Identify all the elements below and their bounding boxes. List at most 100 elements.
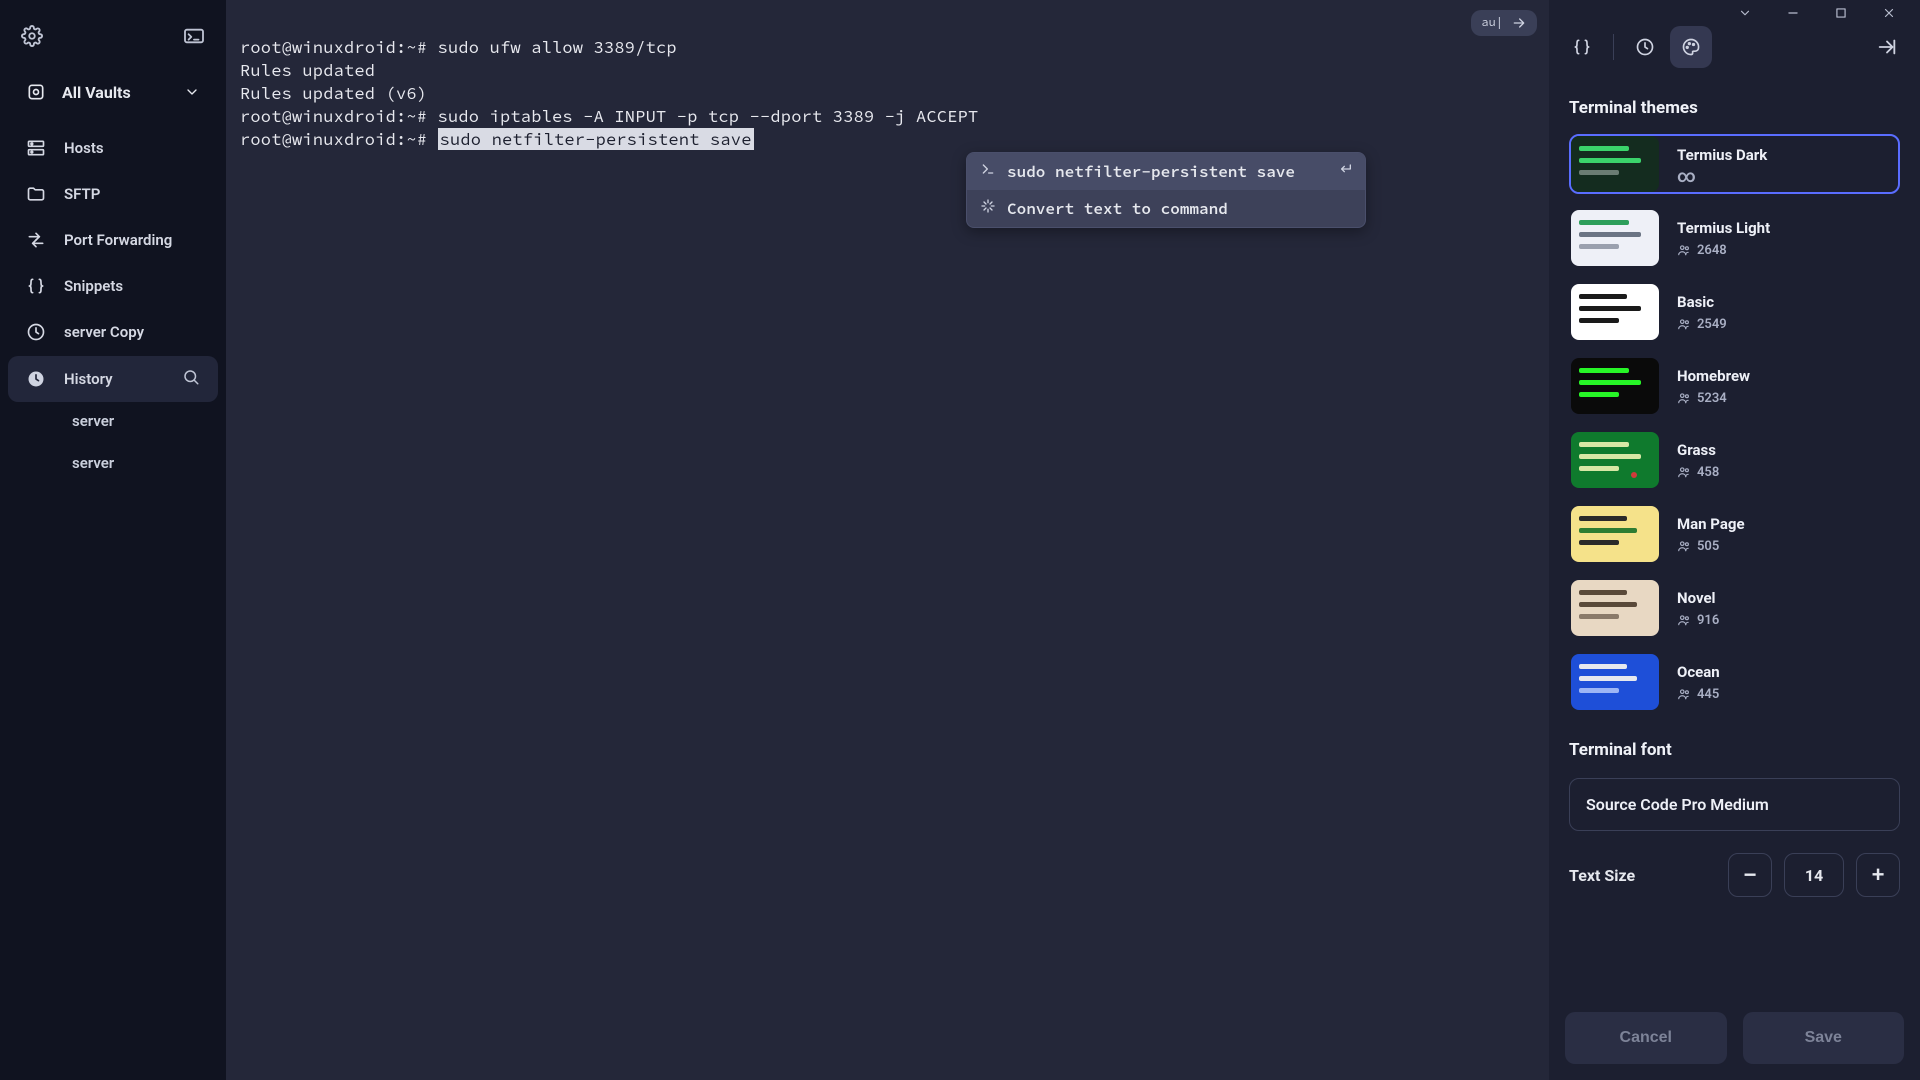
theme-item[interactable]: Grass458 [1569,430,1900,490]
terminal-assistant-pill[interactable]: au| [1471,10,1537,36]
history-icon [1635,37,1655,57]
sidebar-item-label: Port Forwarding [64,231,172,249]
terminal-line: Rules updated [240,59,1535,82]
sidebar-item-label: History [64,370,113,388]
theme-thumbnail [1571,432,1659,488]
sparkle-icon [979,198,997,219]
theme-item[interactable]: Homebrew 5234 [1569,356,1900,416]
panel-footer: Cancel Save [1549,998,1920,1080]
theme-name: Termius Dark [1677,146,1767,164]
theme-count: 5234 [1677,391,1750,406]
sidebar-item-hosts[interactable]: Hosts [8,126,218,170]
text-size-decrease[interactable]: − [1728,853,1772,897]
sidebar-item-history[interactable]: History [8,356,218,402]
nav-section: Hosts SFTP Port Forwarding Snippets serv… [0,120,226,486]
theme-name: Novel [1677,589,1719,607]
users-icon [1677,317,1691,331]
theme-meta: Ocean 445 [1677,663,1720,702]
divider [1613,34,1614,60]
palette-icon [1681,37,1701,57]
theme-thumbnail [1571,580,1659,636]
theme-thumbnail [1571,506,1659,562]
users-icon [1677,613,1691,627]
send-icon [1511,15,1527,31]
panel-tab-themes[interactable] [1670,26,1712,68]
sidebar-item-label: Hosts [64,139,104,157]
theme-item[interactable]: Termius Light 2648 [1569,208,1900,268]
theme-item[interactable]: Basic2549 [1569,282,1900,342]
theme-count: 2648 [1677,243,1770,258]
font-selector[interactable]: Source Code Pro Medium [1569,778,1900,831]
history-child-item[interactable]: server [66,404,218,438]
search-history-button[interactable] [182,368,200,390]
terminal-content[interactable]: root@winuxdroid:~# sudo ufw allow 3389/t… [226,0,1549,165]
users-icon [1677,243,1691,257]
snippets-icon [1572,37,1592,57]
terminal-line: Rules updated (v6) [240,82,1535,105]
theme-name: Homebrew [1677,367,1750,385]
history-icon [26,369,46,389]
sidebar-item-sftp[interactable]: SFTP [8,172,218,216]
users-icon [1677,391,1691,405]
text-size-increase[interactable]: + [1856,853,1900,897]
users-icon [1677,539,1691,553]
sidebar-item-port-forwarding[interactable]: Port Forwarding [8,218,218,262]
vaults-selector[interactable]: All Vaults [10,72,216,112]
terminal-line: root@winuxdroid:~# sudo iptables -A INPU… [240,105,1535,128]
folder-icon [26,184,46,204]
sidebar-item-server-copy[interactable]: server Copy [8,310,218,354]
search-icon [182,368,200,386]
suggestion-text: Convert text to command [1007,199,1353,219]
enter-icon [1337,161,1353,182]
theme-item[interactable]: Novel 916 [1569,578,1900,638]
theme-name: Grass [1677,441,1719,459]
theme-thumbnail [1571,210,1659,266]
theme-item[interactable]: Ocean 445 [1569,652,1900,712]
hosts-icon [26,138,46,158]
panel-tab-snippets[interactable] [1561,26,1603,68]
theme-thumbnail [1571,284,1659,340]
suggestion-box: sudo netfilter-persistent save Convert t… [966,152,1366,228]
theme-name: Man Page [1677,515,1745,533]
terminal-icon [183,27,205,45]
vaults-label: All Vaults [62,83,168,102]
save-button[interactable]: Save [1743,1012,1905,1064]
themes-title: Terminal themes [1569,98,1900,118]
theme-name: Basic [1677,293,1727,311]
theme-meta: Homebrew 5234 [1677,367,1750,406]
theme-count: 445 [1677,687,1720,702]
panel-scroll[interactable]: Terminal themes Termius Dark∞ Termius Lig… [1549,76,1920,998]
suggestion-item-command[interactable]: sudo netfilter-persistent save [967,153,1365,190]
theme-thumbnail [1571,358,1659,414]
settings-button[interactable] [12,16,52,56]
history-child-item[interactable]: server [66,446,218,480]
clock-icon [26,322,46,342]
theme-name: Termius Light [1677,219,1770,237]
theme-name: Ocean [1677,663,1720,681]
sidebar-top [0,8,226,64]
theme-meta: Man Page505 [1677,515,1745,554]
collapse-right-icon [1876,36,1898,58]
theme-count: 916 [1677,613,1719,628]
window-controls [1549,0,1920,18]
theme-item[interactable]: Man Page505 [1569,504,1900,564]
sidebar-item-snippets[interactable]: Snippets [8,264,218,308]
panel-tab-history[interactable] [1624,26,1666,68]
collapse-panel-button[interactable] [1866,26,1908,68]
prompt-icon [979,161,997,182]
new-terminal-button[interactable] [174,16,214,56]
cancel-button[interactable]: Cancel [1565,1012,1727,1064]
text-size-row: Text Size − 14 + [1569,853,1900,897]
panel-tabs [1549,18,1920,76]
theme-meta: Grass458 [1677,441,1719,480]
sidebar: All Vaults Hosts SFTP Port Forwarding Sn… [0,0,226,1080]
sidebar-item-label: SFTP [64,185,100,203]
font-title: Terminal font [1569,740,1900,760]
theme-item[interactable]: Termius Dark∞ [1569,134,1900,194]
users-icon [1677,687,1691,701]
history-children: server server [8,404,218,480]
suggestion-item-convert[interactable]: Convert text to command [967,190,1365,227]
terminal-area[interactable]: au| root@winuxdroid:~# sudo ufw allow 33… [226,0,1549,1080]
theme-meta: Basic2549 [1677,293,1727,332]
theme-meta: Novel 916 [1677,589,1719,628]
